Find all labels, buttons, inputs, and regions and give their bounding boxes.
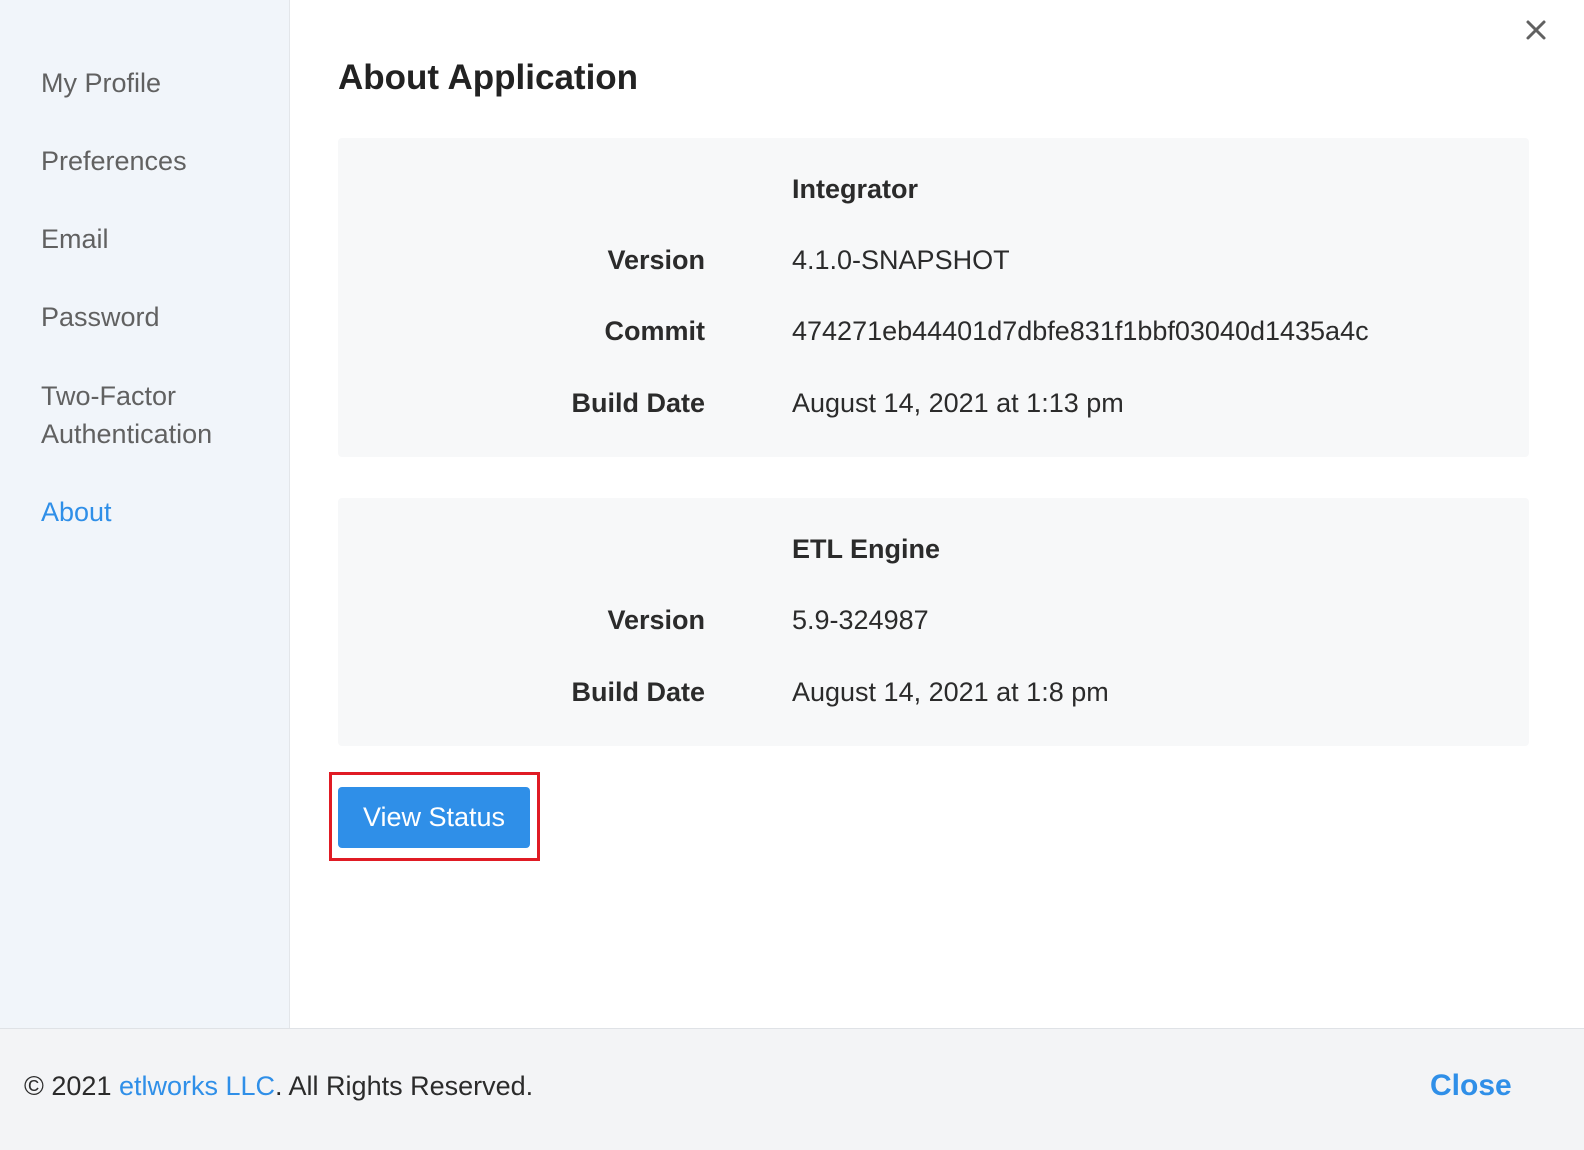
sidebar-item-email[interactable]: Email — [41, 220, 271, 258]
integrator-build-date-label: Build Date — [571, 388, 705, 418]
sidebar-item-preferences[interactable]: Preferences — [41, 142, 271, 180]
sidebar-item-two-factor-authentication[interactable]: Two-Factor Authentication — [41, 377, 251, 453]
etl-engine-card: ETL Engine Version 5.9-324987 Build Date… — [338, 498, 1529, 746]
copyright-prefix: © 2021 — [24, 1071, 119, 1101]
etl-engine-version-label: Version — [607, 605, 705, 635]
etl-engine-version-value: 5.9-324987 — [792, 605, 929, 635]
integrator-build-date-value: August 14, 2021 at 1:13 pm — [792, 388, 1124, 418]
sidebar-item-about[interactable]: About — [41, 493, 271, 531]
etl-engine-build-date-value: August 14, 2021 at 1:8 pm — [792, 677, 1109, 707]
settings-sidebar: My Profile Preferences Email Password Tw… — [0, 0, 290, 1028]
modal-footer: © 2021 etlworks LLC. All Rights Reserved… — [0, 1028, 1584, 1150]
copyright-suffix: . All Rights Reserved. — [275, 1071, 534, 1101]
integrator-version-value: 4.1.0-SNAPSHOT — [792, 245, 1010, 275]
view-status-button[interactable]: View Status — [338, 787, 530, 848]
integrator-commit-value: 474271eb44401d7dbfe831f1bbf03040d1435a4c — [792, 316, 1369, 346]
integrator-title: Integrator — [792, 174, 919, 204]
copyright-text: © 2021 etlworks LLC. All Rights Reserved… — [24, 1071, 533, 1102]
etl-engine-build-date-label: Build Date — [571, 677, 705, 707]
integrator-version-label: Version — [607, 245, 705, 275]
close-icon-glyph — [1526, 20, 1546, 40]
etl-engine-title: ETL Engine — [792, 534, 941, 564]
close-icon[interactable] — [1520, 14, 1552, 46]
page-title: About Application — [338, 58, 639, 97]
integrator-card: Integrator Version 4.1.0-SNAPSHOT Commit… — [338, 138, 1529, 457]
integrator-commit-label: Commit — [604, 316, 706, 346]
sidebar-item-password[interactable]: Password — [41, 298, 271, 336]
company-link[interactable]: etlworks LLC — [119, 1071, 275, 1101]
sidebar-item-my-profile[interactable]: My Profile — [41, 64, 271, 102]
close-button[interactable]: Close — [1430, 1069, 1512, 1103]
